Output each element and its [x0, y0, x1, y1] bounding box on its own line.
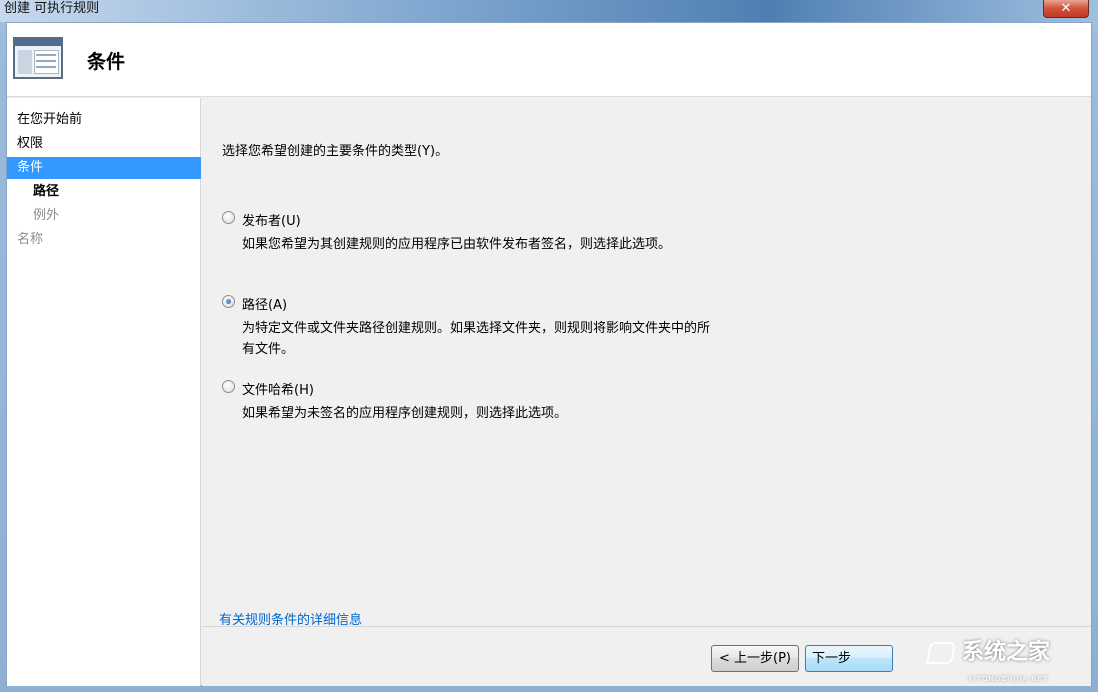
window-form-icon [13, 37, 63, 79]
step-before-you-begin[interactable]: 在您开始前 [7, 109, 201, 131]
watermark-url: XITONGZHIJIA.NET [968, 675, 1049, 683]
wizard-header: 条件 [7, 23, 1091, 97]
previous-button[interactable]: < 上一步(P) [711, 645, 799, 672]
page-title: 条件 [87, 51, 126, 73]
close-icon: ✕ [1060, 1, 1072, 16]
app-window: 创建 可执行规则 ✕ 条件 在您开始前 权限 条件 路径 例外 名称 选择您希望… [0, 0, 1098, 692]
path-label[interactable]: 路径(A) [242, 294, 287, 313]
condition-type-prompt: 选择您希望创建的主要条件的类型(Y)。 [222, 144, 449, 159]
file-hash-description: 如果希望为未签名的应用程序创建规则，则选择此选项。 [242, 406, 568, 421]
watermark-text: 系统之家 [962, 640, 1051, 665]
path-radio[interactable] [222, 295, 235, 308]
window-title: 创建 可执行规则 [4, 1, 100, 16]
wizard-steps-sidebar: 在您开始前 权限 条件 路径 例外 名称 [7, 98, 201, 686]
close-button[interactable]: ✕ [1043, 0, 1089, 18]
next-button[interactable]: 下一步 [805, 645, 893, 672]
file-hash-label[interactable]: 文件哈希(H) [242, 379, 314, 398]
step-exceptions: 例外 [33, 208, 60, 223]
step-permissions[interactable]: 权限 [7, 133, 201, 155]
step-conditions[interactable]: 条件 [7, 157, 201, 179]
wizard-content: 选择您希望创建的主要条件的类型(Y)。 发布者(U) 如果您希望为其创建规则的应… [202, 98, 1091, 686]
site-watermark: 系统之家 XITONGZHIJIA.NET [926, 640, 1093, 683]
publisher-radio[interactable] [222, 211, 235, 224]
publisher-description: 如果您希望为其创建规则的应用程序已由软件发布者签名，则选择此选项。 [242, 237, 672, 252]
watermark-logo-icon [926, 642, 956, 664]
publisher-label[interactable]: 发布者(U) [242, 210, 301, 229]
title-bar[interactable]: 创建 可执行规则 ✕ [0, 0, 1098, 22]
wizard-client-area: 条件 在您开始前 权限 条件 路径 例外 名称 选择您希望创建的主要条件的类型(… [6, 22, 1092, 686]
path-description: 为特定文件或文件夹路径创建规则。如果选择文件夹，则规则将影响文件夹中的所有文件。 [242, 321, 711, 357]
step-path[interactable]: 路径 [7, 181, 201, 203]
file-hash-radio[interactable] [222, 380, 235, 393]
step-name: 名称 [17, 232, 44, 247]
